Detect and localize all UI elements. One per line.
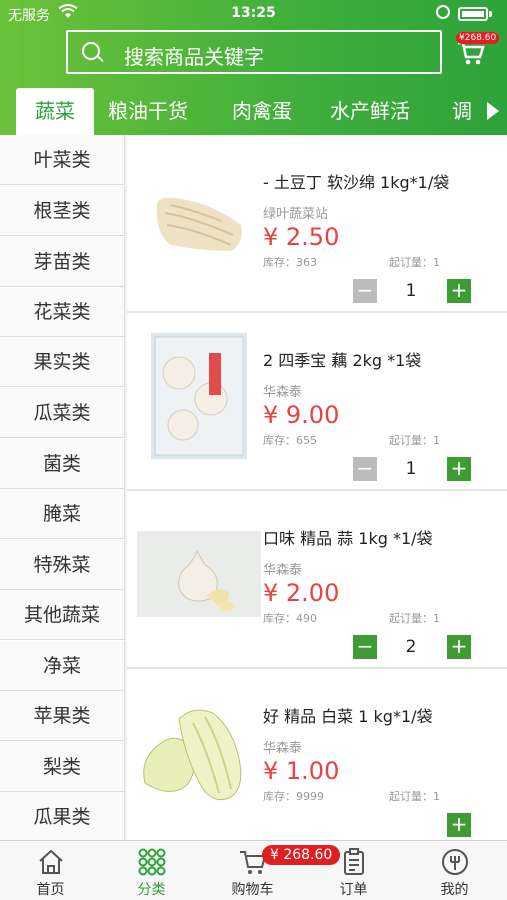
product-shop[interactable]: 华森泰: [263, 559, 302, 578]
decrease-quantity-button[interactable]: −: [353, 279, 377, 303]
nav-orders-label: 订单: [339, 882, 368, 898]
product-name: 2 四季宝 藕 2kg *1袋: [263, 351, 422, 370]
product-price: ¥ 1.00: [263, 757, 340, 785]
header-cart-button[interactable]: ¥268.60: [452, 30, 504, 74]
product-image-lotus-root: [151, 333, 247, 459]
list-item[interactable]: 口味 精品 蒜 1kg *1/袋 华森泰 ¥ 2.00 库存：490 起订量：1…: [127, 491, 507, 669]
sidebar-item-root[interactable]: 根茎类: [0, 186, 125, 236]
search-icon: [82, 42, 100, 60]
tab-seafood[interactable]: 水产鲜活: [330, 88, 410, 135]
product-name: 好 精品 白菜 1 kg*1/袋: [263, 707, 433, 726]
product-stock: 库存：655: [263, 434, 317, 447]
product-price: ¥ 2.00: [263, 579, 340, 607]
sidebar-item-other[interactable]: 其他蔬菜: [0, 590, 125, 640]
nav-profile[interactable]: 我的: [404, 841, 505, 900]
product-name: - 土豆丁 软沙绵 1kg*1/袋: [263, 173, 450, 192]
sidebar-item-fruit-veg[interactable]: 果实类: [0, 337, 125, 387]
category-tabs: 蔬菜 粮油干货 肉禽蛋 水产鲜活 调: [0, 88, 507, 135]
product-stock: 库存：490: [263, 612, 317, 625]
product-price: ¥ 9.00: [263, 401, 340, 429]
sidebar-item-pear[interactable]: 梨类: [0, 742, 125, 792]
product-list: - 土豆丁 软沙绵 1kg*1/袋 绿叶蔬菜站 ¥ 2.50 库存：363 起订…: [127, 135, 507, 840]
sidebar-item-mushroom[interactable]: 菌类: [0, 439, 125, 489]
product-shop[interactable]: 华森泰: [263, 381, 302, 400]
tab-meat-eggs[interactable]: 肉禽蛋: [232, 88, 292, 135]
nav-cart-label: 购物车: [231, 882, 274, 898]
nav-category-label: 分类: [137, 882, 166, 898]
subcategory-sidebar: 叶菜类 根茎类 芽苗类 花菜类 果实类 瓜菜类 菌类 腌菜 特殊菜 其他蔬菜 净…: [0, 135, 125, 840]
sidebar-item-pickled[interactable]: 腌菜: [0, 489, 125, 539]
increase-quantity-button[interactable]: +: [447, 457, 471, 481]
nav-category[interactable]: 分类: [101, 841, 202, 900]
sidebar-item-clean[interactable]: 净菜: [0, 641, 125, 691]
category-icon: [138, 848, 166, 876]
list-item[interactable]: - 土豆丁 软沙绵 1kg*1/袋 绿叶蔬菜站 ¥ 2.50 库存：363 起订…: [127, 135, 507, 313]
order-icon: [344, 848, 364, 875]
app-header: 无服务 13:25 搜索商品关键字 ¥268.60 蔬菜 粮油干货 肉禽蛋 水产…: [0, 0, 507, 135]
sidebar-item-apple[interactable]: 苹果类: [0, 691, 125, 741]
increase-quantity-button[interactable]: +: [447, 635, 471, 659]
header-cart-badge: ¥268.60: [456, 32, 500, 44]
product-image-garlic: [137, 531, 261, 617]
tab-seasoning[interactable]: 调: [452, 88, 472, 135]
quantity-value: 1: [405, 281, 417, 301]
product-image-potato: [151, 155, 247, 281]
clock: 13:25: [231, 5, 276, 21]
sidebar-item-melon[interactable]: 瓜果类: [0, 792, 125, 840]
tab-grain-oil[interactable]: 粮油干货: [108, 88, 188, 135]
search-input[interactable]: 搜索商品关键字: [66, 30, 442, 74]
sidebar-item-special[interactable]: 特殊菜: [0, 540, 125, 590]
decrease-quantity-button[interactable]: −: [353, 457, 377, 481]
product-stock: 库存：363: [263, 256, 317, 269]
nav-home-label: 首页: [36, 882, 65, 898]
tab-vegetables[interactable]: 蔬菜: [16, 88, 94, 135]
bottom-nav: 首页 分类 购物车 订单 我的 ¥ 268.60: [0, 840, 507, 900]
product-min-order: 起订量：1: [389, 790, 440, 803]
list-item[interactable]: 好 精品 白菜 1 kg*1/袋 华森泰 ¥ 1.00 库存：9999 起订量：…: [127, 669, 507, 840]
list-item[interactable]: 2 四季宝 藕 2kg *1袋 华森泰 ¥ 9.00 库存：655 起订量：1 …: [127, 313, 507, 491]
home-icon: [39, 849, 63, 874]
battery-icon: [458, 7, 488, 21]
nav-cart-badge: ¥ 268.60: [262, 845, 341, 865]
product-stock: 库存：9999: [263, 790, 324, 803]
product-image-cabbage: [135, 689, 259, 815]
quantity-value: 2: [405, 637, 417, 657]
product-min-order: 起订量：1: [389, 612, 440, 625]
product-min-order: 起订量：1: [389, 434, 440, 447]
sidebar-item-gourd[interactable]: 瓜菜类: [0, 388, 125, 438]
search-placeholder: 搜索商品关键字: [124, 45, 264, 69]
quantity-value: 1: [405, 459, 417, 479]
increase-quantity-button[interactable]: +: [447, 813, 471, 837]
product-price: ¥ 2.50: [263, 223, 340, 251]
product-min-order: 起订量：1: [389, 256, 440, 269]
decrease-quantity-button[interactable]: −: [353, 635, 377, 659]
nav-home[interactable]: 首页: [0, 841, 101, 900]
nav-profile-label: 我的: [440, 882, 469, 898]
user-icon: [442, 849, 468, 875]
product-shop[interactable]: 绿叶蔬菜站: [263, 203, 328, 222]
sidebar-item-leafy[interactable]: 叶菜类: [0, 135, 125, 185]
sidebar-item-sprouts[interactable]: 芽苗类: [0, 237, 125, 287]
status-bar: 无服务 13:25: [0, 0, 507, 28]
increase-quantity-button[interactable]: +: [447, 279, 471, 303]
sidebar-item-flower[interactable]: 花菜类: [0, 287, 125, 337]
battery-tip: [489, 11, 492, 17]
product-name: 口味 精品 蒜 1kg *1/袋: [263, 529, 433, 548]
tabs-more-arrow-icon[interactable]: [487, 102, 499, 120]
product-shop[interactable]: 华森泰: [263, 737, 302, 756]
rotation-lock-icon: [436, 5, 450, 19]
